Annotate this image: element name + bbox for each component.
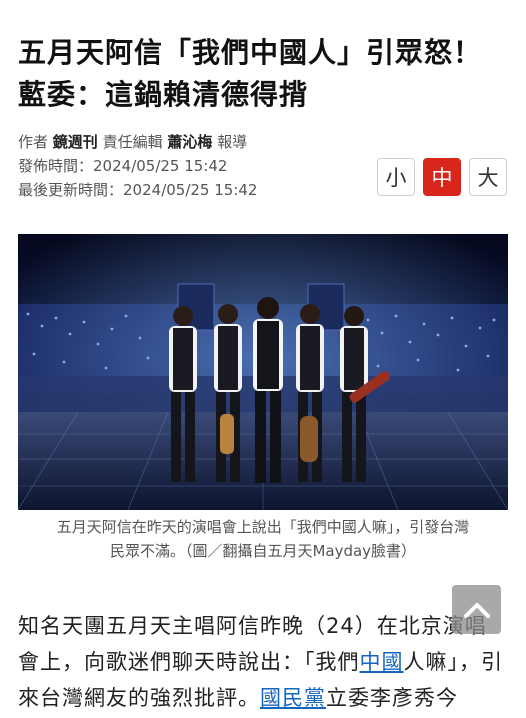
updated-value: 2024/05/25 15:42 xyxy=(123,181,258,199)
body-text-segment: 立委李彥秀今 xyxy=(326,686,458,710)
headline-line-2: 藍委：這鍋賴清德得揹 xyxy=(18,78,309,111)
scroll-to-top-button[interactable] xyxy=(452,585,501,634)
chevron-up-icon xyxy=(463,602,490,618)
tag-link-china[interactable]: 中國 xyxy=(360,650,404,674)
article-body: 知名天團五月天主唱阿信昨晚（24）在北京演唱會上，向歌迷們聊天時說出：「我們中國… xyxy=(18,608,508,716)
author-label: 作者 xyxy=(18,133,49,151)
article-meta: 作者 鏡週刊 責任編輯 蕭沁梅 報導 發佈時間：2024/05/25 15:42… xyxy=(18,130,358,202)
updated-label: 最後更新時間： xyxy=(18,181,124,199)
caption-line-1: 五月天阿信在昨天的演唱會上說出「我們中國人嘛」，引發台灣 xyxy=(56,518,470,536)
font-size-large-button[interactable]: 大 xyxy=(469,158,507,196)
caption-line-2: 民眾不滿。（圖／翻攝自五月天Mayday臉書） xyxy=(109,542,417,560)
tag-link-kmt[interactable]: 國民黨 xyxy=(260,686,326,710)
font-size-small-button[interactable]: 小 xyxy=(377,158,415,196)
concert-photo-illustration xyxy=(18,234,508,510)
report-label: 報導 xyxy=(217,133,248,151)
photo-caption: 五月天阿信在昨天的演唱會上說出「我們中國人嘛」，引發台灣 民眾不滿。（圖／翻攝自… xyxy=(18,515,508,563)
editor-name: 蕭沁梅 xyxy=(167,133,213,151)
article-photo xyxy=(18,234,508,510)
published-value: 2024/05/25 15:42 xyxy=(93,157,228,175)
editor-label: 責任編輯 xyxy=(102,133,163,151)
article-headline: 五月天阿信「我們中國人」引眾怒！ 藍委：這鍋賴清德得揹 xyxy=(18,32,508,116)
published-time: 發佈時間：2024/05/25 15:42 xyxy=(18,154,358,178)
author-name[interactable]: 鏡週刊 xyxy=(53,133,98,151)
font-size-selector: 小 中 大 xyxy=(377,158,507,196)
font-size-medium-button[interactable]: 中 xyxy=(423,158,461,196)
updated-time: 最後更新時間：2024/05/25 15:42 xyxy=(18,178,358,202)
byline: 作者 鏡週刊 責任編輯 蕭沁梅 報導 xyxy=(18,130,358,154)
published-label: 發佈時間： xyxy=(18,157,94,175)
headline-line-1: 五月天阿信「我們中國人」引眾怒！ xyxy=(18,36,483,69)
